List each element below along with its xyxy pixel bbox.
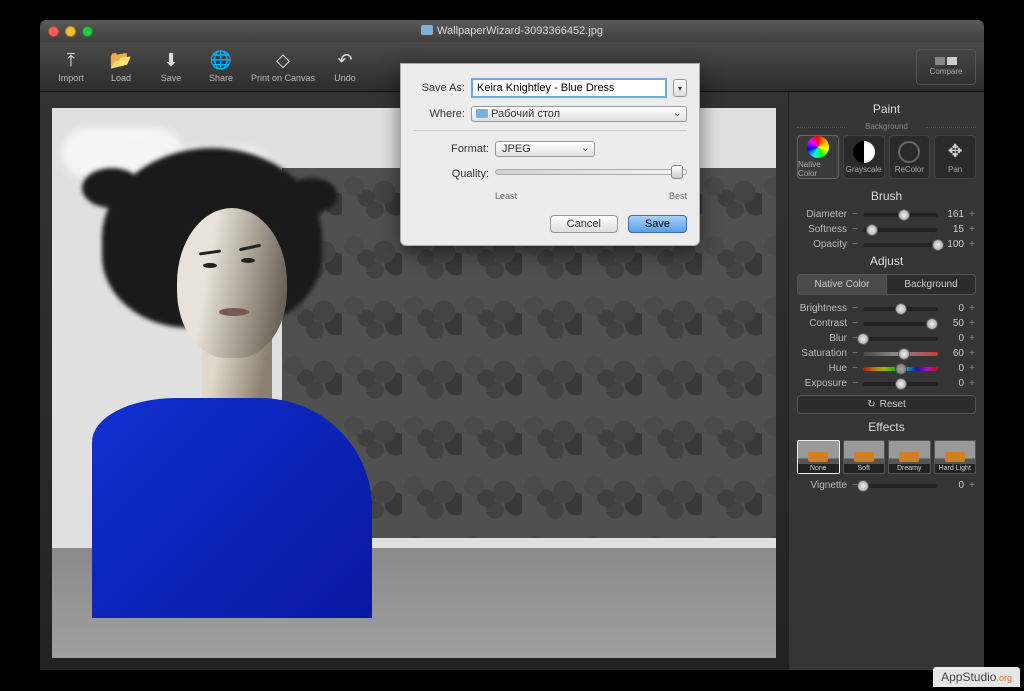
format-label: Format: [413, 143, 489, 155]
minus-icon[interactable]: − [851, 378, 859, 389]
softness-slider[interactable]: Softness−15+ [797, 224, 976, 235]
minus-icon[interactable]: − [851, 224, 859, 235]
undo-icon: ↶ [334, 51, 356, 71]
load-button[interactable]: 📂 Load [98, 45, 144, 89]
grayscale-tile[interactable]: Grayscale [843, 135, 885, 179]
saturation-slider[interactable]: Saturation−60+ [797, 348, 976, 359]
globe-icon: 🌐 [210, 51, 232, 71]
plus-icon[interactable]: + [968, 333, 976, 344]
window-title: WallpaperWizard-3093366452.jpg [40, 25, 984, 37]
where-label: Where: [413, 108, 465, 120]
background-subtitle: Background [797, 122, 976, 131]
reset-button[interactable]: ↻Reset [797, 395, 976, 414]
compare-button[interactable]: Compare [916, 49, 976, 85]
seg-native-color[interactable]: Native Color [798, 275, 887, 294]
save-as-label: Save As: [413, 82, 465, 94]
minus-icon[interactable]: − [851, 363, 859, 374]
adjust-title: Adjust [797, 254, 976, 268]
canvas-icon: ◇ [272, 51, 294, 71]
reset-icon: ↻ [867, 399, 875, 410]
exposure-slider[interactable]: Exposure−0+ [797, 378, 976, 389]
close-window-button[interactable] [48, 26, 59, 37]
minus-icon[interactable]: − [851, 318, 859, 329]
watermark: AppStudio.org [933, 667, 1020, 687]
save-dialog: Save As: ▾ Where: Рабочий стол Format: J… [400, 63, 700, 246]
native-color-tile[interactable]: Native Color [797, 135, 839, 179]
folder-open-icon: 📂 [110, 51, 132, 71]
diameter-slider[interactable]: Diameter−161+ [797, 209, 976, 220]
opacity-slider[interactable]: Opacity−100+ [797, 239, 976, 250]
titlebar: WallpaperWizard-3093366452.jpg [40, 20, 984, 42]
minus-icon[interactable]: − [851, 303, 859, 314]
effect-none[interactable]: None [797, 440, 840, 474]
minus-icon[interactable]: − [851, 209, 859, 220]
where-select[interactable]: Рабочий стол [471, 106, 687, 122]
recolor-tile[interactable]: ReColor [889, 135, 931, 179]
plus-icon[interactable]: + [968, 303, 976, 314]
pan-tile[interactable]: ✥Pan [934, 135, 976, 179]
minus-icon[interactable]: − [851, 348, 859, 359]
vignette-slider[interactable]: Vignette−0+ [797, 480, 976, 491]
quality-slider[interactable] [495, 165, 687, 183]
save-as-disclosure[interactable]: ▾ [673, 79, 687, 97]
cancel-button[interactable]: Cancel [550, 215, 618, 233]
recolor-icon [898, 141, 920, 163]
compare-icon [935, 57, 957, 65]
share-button[interactable]: 🌐 Share [198, 45, 244, 89]
save-as-input[interactable] [471, 78, 667, 98]
plus-icon[interactable]: + [968, 318, 976, 329]
print-on-canvas-button[interactable]: ◇ Print on Canvas [248, 45, 318, 89]
seg-background[interactable]: Background [887, 275, 975, 294]
plus-icon[interactable]: + [968, 480, 976, 491]
window-controls [48, 26, 93, 37]
effect-soft[interactable]: Soft [843, 440, 886, 474]
right-sidebar: Paint Background Native Color Grayscale … [788, 92, 984, 670]
plus-icon[interactable]: + [968, 348, 976, 359]
zoom-window-button[interactable] [82, 26, 93, 37]
effect-hard-light[interactable]: Hard Light [934, 440, 977, 474]
effects-title: Effects [797, 420, 976, 434]
grayscale-icon [853, 141, 875, 163]
import-button[interactable]: ⤒ Import [48, 45, 94, 89]
plus-icon[interactable]: + [968, 378, 976, 389]
undo-button[interactable]: ↶ Undo [322, 45, 368, 89]
effect-dreamy[interactable]: Dreamy [888, 440, 931, 474]
paint-title: Paint [797, 102, 976, 116]
hue-slider[interactable]: Hue−0+ [797, 363, 976, 374]
format-select[interactable]: JPEG [495, 141, 595, 157]
minimize-window-button[interactable] [65, 26, 76, 37]
save-icon: ⬇ [160, 51, 182, 71]
brightness-slider[interactable]: Brightness−0+ [797, 303, 976, 314]
save-dialog-button[interactable]: Save [628, 215, 687, 233]
adjust-segment: Native Color Background [797, 274, 976, 295]
brush-title: Brush [797, 189, 976, 203]
plus-icon[interactable]: + [968, 209, 976, 220]
quality-least: Least [495, 191, 517, 201]
quality-best: Best [669, 191, 687, 201]
minus-icon[interactable]: − [851, 239, 859, 250]
rainbow-icon [807, 136, 829, 158]
plus-icon[interactable]: + [968, 224, 976, 235]
blur-slider[interactable]: Blur−0+ [797, 333, 976, 344]
save-button[interactable]: ⬇ Save [148, 45, 194, 89]
plus-icon[interactable]: + [968, 239, 976, 250]
folder-icon [476, 109, 488, 118]
pan-icon: ✥ [944, 141, 966, 163]
plus-icon[interactable]: + [968, 363, 976, 374]
quality-label: Quality: [413, 168, 489, 180]
import-icon: ⤒ [60, 51, 82, 71]
app-window: WallpaperWizard-3093366452.jpg ⤒ Import … [40, 20, 984, 670]
contrast-slider[interactable]: Contrast−50+ [797, 318, 976, 329]
